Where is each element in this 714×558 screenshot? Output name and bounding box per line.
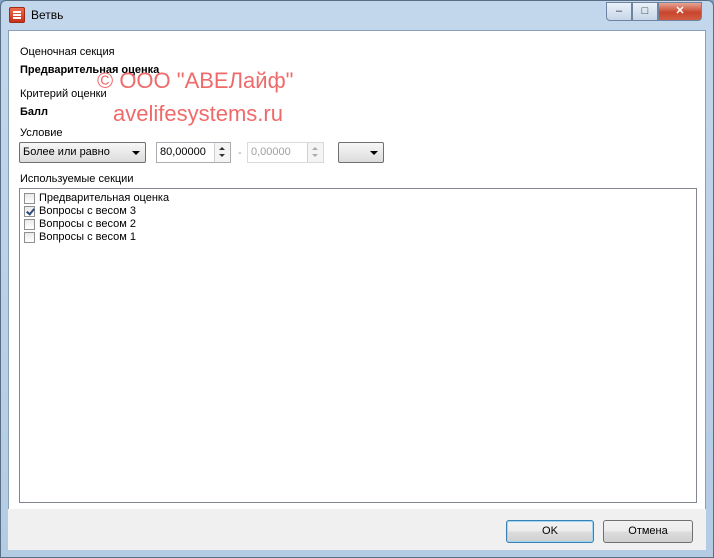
- dialog-content: Оценочная секция Предварительная оценка …: [8, 30, 706, 510]
- section-label: Оценочная секция: [20, 46, 115, 58]
- button-bar: OK Отмена: [8, 509, 706, 550]
- value-from-text: 80,00000: [160, 146, 206, 158]
- checkbox[interactable]: [24, 232, 35, 243]
- list-item-label: Вопросы с весом 2: [39, 218, 136, 230]
- criterion-label: Критерий оценки: [20, 88, 107, 100]
- value-to-text: 0,00000: [251, 146, 291, 158]
- value-from-spinner[interactable]: 80,00000: [156, 142, 231, 163]
- checkbox[interactable]: [24, 219, 35, 230]
- spin-up-icon: [312, 147, 318, 150]
- dialog-window: Ветвь – □ ✕ Оценочная секция Предварител…: [0, 0, 714, 558]
- watermark-site: avelifesystems.ru: [113, 101, 283, 126]
- close-button[interactable]: ✕: [658, 2, 702, 21]
- list-item-label: Предварительная оценка: [39, 192, 170, 204]
- watermark-copyright: © ООО "АВЕЛайф": [97, 68, 294, 93]
- minimize-button[interactable]: –: [606, 2, 632, 21]
- extra-dropdown[interactable]: [338, 142, 384, 163]
- ok-button[interactable]: OK: [506, 520, 594, 543]
- chevron-down-icon: [370, 151, 378, 155]
- value-from-spin-buttons[interactable]: [214, 143, 230, 162]
- list-item-label: Вопросы с весом 3: [39, 205, 136, 217]
- checkbox[interactable]: [24, 206, 35, 217]
- value-to-spinner: 0,00000: [247, 142, 324, 163]
- sections-checklist[interactable]: Предварительная оценка Вопросы с весом 3…: [19, 188, 697, 503]
- title-bar[interactable]: Ветвь – □ ✕: [1, 1, 713, 29]
- spin-down-icon: [312, 154, 318, 157]
- maximize-button[interactable]: □: [632, 2, 658, 21]
- cancel-button[interactable]: Отмена: [603, 520, 693, 543]
- checkbox[interactable]: [24, 193, 35, 204]
- app-icon: [9, 7, 25, 23]
- spin-up-icon[interactable]: [219, 147, 225, 150]
- spin-down-icon[interactable]: [219, 154, 225, 157]
- list-item-label: Вопросы с весом 1: [39, 231, 136, 243]
- used-sections-label: Используемые секции: [20, 173, 134, 185]
- condition-dropdown[interactable]: Более или равно: [19, 142, 146, 163]
- chevron-down-icon: [132, 151, 140, 155]
- window-title: Ветвь: [31, 8, 64, 22]
- value-to-spin-buttons: [307, 143, 323, 162]
- criterion-value: Балл: [20, 106, 48, 118]
- range-dash: -: [238, 147, 242, 159]
- condition-label: Условие: [20, 127, 63, 139]
- condition-selected-value: Более или равно: [23, 146, 110, 158]
